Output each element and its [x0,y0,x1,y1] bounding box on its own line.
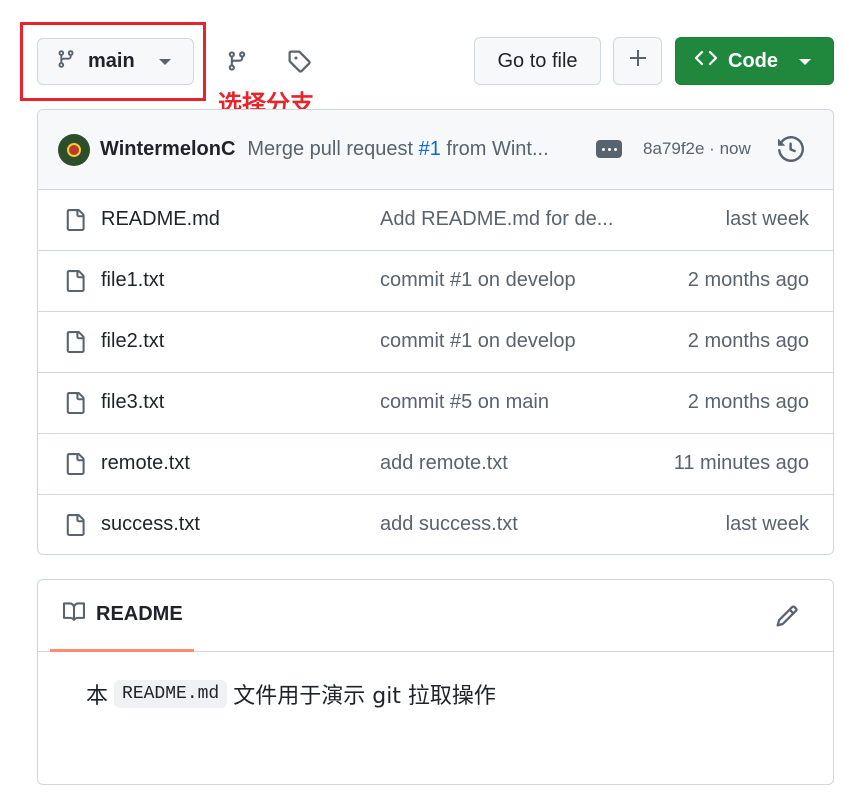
file-icon [64,269,86,299]
file-row[interactable]: file2.txt commit #1 on develop 2 months … [38,312,833,373]
file-name[interactable]: file2.txt [101,330,164,353]
file-row[interactable]: remote.txt add remote.txt 11 minutes ago [38,434,833,495]
tab-readme[interactable]: README [50,580,194,652]
code-button[interactable]: Code [675,37,834,85]
commit-message-prefix: Merge pull request [247,138,419,160]
file-commit-message[interactable]: commit #1 on develop [380,330,620,353]
readme-panel: README 本 README.md 文件用于演示 git 拉取操作 [37,579,834,785]
branch-name: main [88,50,135,72]
kebab-icon[interactable] [596,140,622,158]
history-icon[interactable] [778,135,805,167]
commit-author[interactable]: WintermelonC [100,138,235,161]
file-row[interactable]: file1.txt commit #1 on develop 2 months … [38,251,833,312]
file-commit-message[interactable]: commit #1 on develop [380,269,620,292]
file-name[interactable]: README.md [101,208,220,231]
file-commit-message[interactable]: add remote.txt [380,452,620,475]
latest-commit-bar: WintermelonC Merge pull request #1 from … [38,110,833,190]
git-branch-icon [56,48,76,76]
pull-request-link[interactable]: #1 [419,138,441,160]
readme-text-after: 文件用于演示 git 拉取操作 [233,684,496,709]
file-list: WintermelonC Merge pull request #1 from … [37,109,834,555]
plus-icon [628,48,648,74]
branch-selector-button[interactable]: main [37,38,194,85]
readme-text-before: 本 [86,684,109,709]
file-icon [64,391,86,421]
avatar[interactable] [58,133,90,166]
readme-header: README [38,580,833,652]
code-icon [694,48,718,74]
caret-down-icon [159,50,171,73]
commit-message-suffix: from Wint... [440,138,549,160]
file-commit-time: 11 minutes ago [673,452,809,474]
file-name[interactable]: success.txt [101,513,200,536]
pencil-icon[interactable] [775,604,799,633]
file-row[interactable]: file3.txt commit #5 on main 2 months ago [38,373,833,434]
file-commit-message[interactable]: add success.txt [380,513,620,536]
go-to-file-button[interactable]: Go to file [474,37,601,85]
file-icon [64,513,86,543]
branches-icon[interactable] [221,45,253,77]
book-icon [62,601,86,629]
file-commit-time: last week [725,208,809,230]
file-icon [64,330,86,360]
caret-down-icon [799,50,811,73]
file-commit-message[interactable]: Add README.md for de... [380,208,620,231]
file-commit-time: 2 months ago [687,391,809,413]
commit-hash-time[interactable]: 8a79f2e · now [643,139,751,159]
repo-toolbar: main 选择分支 Go to file Code [0,0,859,118]
file-icon [64,452,86,482]
file-name[interactable]: remote.txt [101,452,190,475]
file-commit-time: last week [725,513,809,535]
code-button-label: Code [728,49,778,72]
file-row[interactable]: success.txt add success.txt last week [38,495,833,554]
readme-inline-code: README.md [114,680,228,708]
file-commit-message[interactable]: commit #5 on main [380,391,620,414]
tag-icon[interactable] [283,45,315,77]
file-name[interactable]: file1.txt [101,269,164,292]
file-commit-time: 2 months ago [687,330,809,352]
commit-time: now [719,139,751,158]
commit-hash: 8a79f2e [643,139,705,158]
file-name[interactable]: file3.txt [101,391,164,414]
readme-content: 本 README.md 文件用于演示 git 拉取操作 [38,652,833,710]
add-file-button[interactable] [613,37,662,85]
commit-message[interactable]: Merge pull request #1 from Wint... [247,138,569,161]
file-icon [64,208,86,238]
file-commit-time: 2 months ago [687,269,809,291]
readme-tab-label: README [96,603,183,625]
file-row[interactable]: README.md Add README.md for de... last w… [38,190,833,251]
